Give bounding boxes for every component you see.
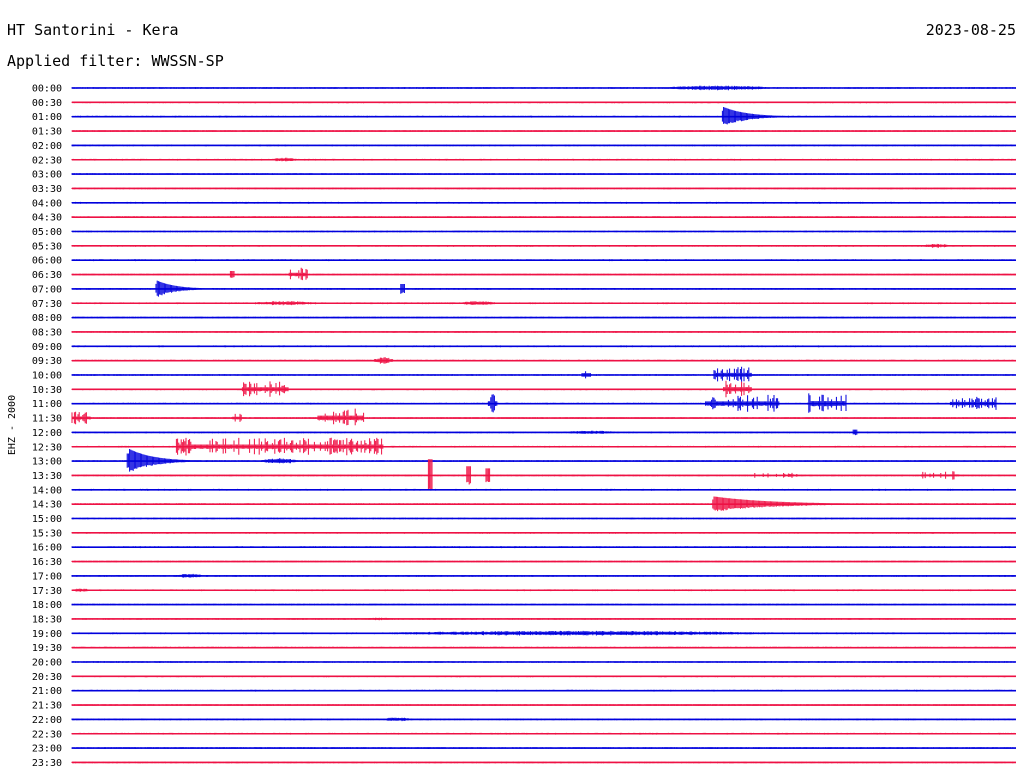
row-time-label: 21:00 bbox=[32, 686, 62, 697]
row-time-label: 23:30 bbox=[32, 758, 62, 769]
row-time-label: 18:30 bbox=[32, 614, 62, 625]
row-time-label: 04:00 bbox=[32, 198, 62, 209]
trace-line bbox=[71, 449, 1016, 472]
row-time-label: 01:30 bbox=[32, 127, 62, 138]
row-time-label: 05:00 bbox=[32, 227, 62, 238]
station-title: HT Santorini - Kera bbox=[7, 21, 179, 39]
row-time-label: 09:00 bbox=[32, 342, 62, 353]
row-time-label: 13:30 bbox=[32, 471, 62, 482]
row-time-label: 15:00 bbox=[32, 514, 62, 525]
row-time-label: 05:30 bbox=[32, 241, 62, 252]
row-time-label: 10:00 bbox=[32, 371, 62, 382]
row-time-label: 15:30 bbox=[32, 528, 62, 539]
row-time-label: 02:00 bbox=[32, 141, 62, 152]
row-time-label: 19:30 bbox=[32, 643, 62, 654]
helicorder-chart: HT Santorini - Kera 2023-08-25 Applied f… bbox=[7, 21, 1016, 769]
trace-rows: 00:00 00:30 01:00 01:30 02:00 02:30 03:00 03:30… bbox=[32, 84, 1016, 769]
row-time-label: 14:30 bbox=[32, 500, 62, 511]
row-time-label: 17:00 bbox=[32, 571, 62, 582]
trace-line bbox=[71, 408, 1016, 426]
row-time-label: 07:30 bbox=[32, 299, 62, 310]
row-time-label: 23:00 bbox=[32, 744, 62, 755]
row-time-label: 22:30 bbox=[32, 729, 62, 740]
row-time-label: 09:30 bbox=[32, 356, 62, 367]
row-time-label: 04:30 bbox=[32, 213, 62, 224]
row-time-label: 01:00 bbox=[32, 112, 62, 123]
row-time-label: 20:00 bbox=[32, 658, 62, 669]
row-time-label: 16:00 bbox=[32, 543, 62, 554]
row-time-label: 03:30 bbox=[32, 184, 62, 195]
row-time-label: 17:30 bbox=[32, 586, 62, 597]
row-time-label: 14:00 bbox=[32, 485, 62, 496]
row-time-label: 11:30 bbox=[32, 414, 62, 425]
row-time-label: 12:00 bbox=[32, 428, 62, 439]
row-time-label: 21:30 bbox=[32, 701, 62, 712]
row-time-label: 18:00 bbox=[32, 600, 62, 611]
date-label: 2023-08-25 bbox=[926, 21, 1016, 39]
row-time-label: 00:00 bbox=[32, 84, 62, 95]
row-time-label: 06:00 bbox=[32, 256, 62, 267]
row-time-label: 07:00 bbox=[32, 284, 62, 295]
row-time-label: 11:00 bbox=[32, 399, 62, 410]
row-time-label: 08:00 bbox=[32, 313, 62, 324]
filter-label: Applied filter: WWSSN-SP bbox=[7, 52, 224, 70]
row-time-label: 10:30 bbox=[32, 385, 62, 396]
row-time-label: 16:30 bbox=[32, 557, 62, 568]
row-time-label: 13:00 bbox=[32, 457, 62, 468]
row-time-label: 06:30 bbox=[32, 270, 62, 281]
row-time-label: 00:30 bbox=[32, 98, 62, 109]
row-time-label: 02:30 bbox=[32, 155, 62, 166]
row-time-label: 19:00 bbox=[32, 629, 62, 640]
trace-line bbox=[71, 107, 1016, 125]
channel-label: EHZ - 2000 bbox=[7, 395, 18, 455]
row-time-label: 12:30 bbox=[32, 442, 62, 453]
row-time-label: 22:00 bbox=[32, 715, 62, 726]
row-time-label: 03:00 bbox=[32, 170, 62, 181]
row-time-label: 08:30 bbox=[32, 327, 62, 338]
row-time-label: 20:30 bbox=[32, 672, 62, 683]
